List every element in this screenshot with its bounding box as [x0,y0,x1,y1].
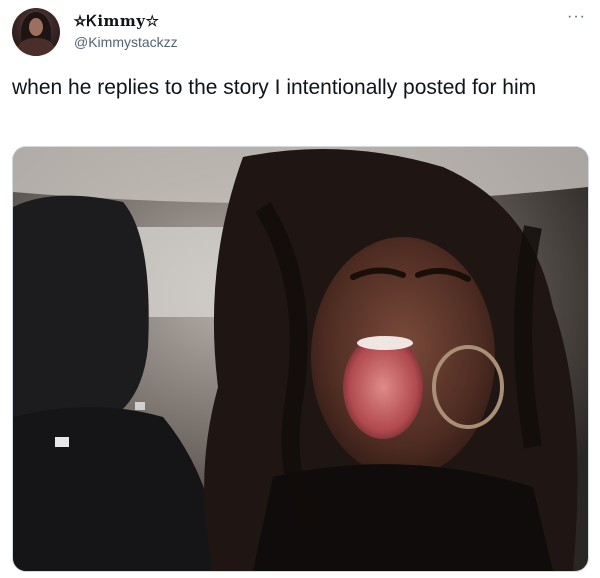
author-display-name[interactable]: ☆Ꮶimmy☆ [74,12,159,30]
author-handle[interactable]: @Kimmystackzz [74,34,178,50]
seat-latch [135,402,145,410]
tweet-card: ☆Ꮶimmy☆ @Kimmystackzz ··· when he replie… [0,0,600,578]
tweet-text: when he replies to the story I intention… [12,76,537,99]
car-seat-headrest [13,195,149,422]
tweet-media-image[interactable] [12,146,589,572]
teeth [357,336,413,350]
author-avatar[interactable] [12,8,60,56]
author-name[interactable]: ☆Ꮶimmy☆ [74,12,159,30]
more-horizontal-icon: ··· [567,8,586,25]
avatar-body [18,38,54,56]
seatbelt-buckle [55,437,69,447]
open-mouth [343,335,423,439]
meme-photo [13,147,588,571]
avatar-face [29,18,43,36]
more-options-button[interactable]: ··· [567,8,586,26]
